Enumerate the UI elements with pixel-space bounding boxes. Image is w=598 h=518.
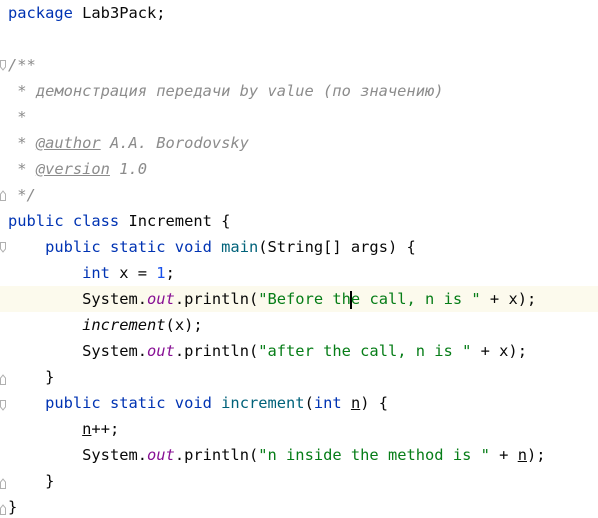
doc-version-value: 1.0 [109, 160, 148, 178]
string-literal: "n inside the method is " [258, 446, 490, 464]
doc-comment-star: * [8, 108, 27, 126]
code-line-class-declaration[interactable]: public class Increment { [0, 208, 598, 234]
closing-brace: } [8, 368, 55, 386]
close-paren-brace: ) { [360, 394, 389, 412]
println-call: .println( [174, 290, 259, 308]
parameter-n: n [350, 394, 361, 412]
keyword-public-static-void: public static void [45, 238, 212, 256]
method-call-increment: increment [82, 316, 166, 334]
code-line-doc-description[interactable]: * демонстрация передачи by value (по зна… [0, 78, 598, 104]
open-paren: ( [304, 394, 314, 412]
code-line-doc-close[interactable]: */ [0, 182, 598, 208]
code-line-increment-call[interactable]: increment(x); [0, 312, 598, 338]
code-line-close-class[interactable]: } [0, 494, 598, 518]
keyword-package: package [8, 4, 73, 22]
doc-author-value: A.A. Borodovsky [100, 134, 249, 152]
code-line-close-increment[interactable]: } [0, 468, 598, 494]
keyword-int: int [82, 264, 110, 282]
code-line-doc-version[interactable]: * @version 1.0 [0, 156, 598, 182]
closing-brace: } [8, 472, 55, 490]
code-line-doc-author[interactable]: * @author A.A. Borodovsky [0, 130, 598, 156]
println-call: .println( [174, 342, 259, 360]
variable-n: n [517, 446, 527, 464]
code-line-n-increment[interactable]: n++; [0, 416, 598, 442]
code-line-close-main[interactable]: } [0, 364, 598, 390]
doc-tag-author: @author [35, 134, 101, 152]
code-line-println-after[interactable]: System.out.println("after the call, n is… [0, 338, 598, 364]
static-field-out: out [147, 446, 175, 464]
concat-x: + x); [471, 342, 527, 360]
semicolon: ; [165, 264, 175, 282]
system-class: System. [82, 290, 148, 308]
close-call: ); [526, 446, 546, 464]
code-line-println-inside[interactable]: System.out.println("n inside the method … [0, 442, 598, 468]
class-name: Increment { [119, 212, 231, 230]
code-line-int-declaration[interactable]: int x = 1; [0, 260, 598, 286]
static-field-out: out [147, 290, 175, 308]
static-field-out: out [147, 342, 175, 360]
doc-prefix: * [8, 134, 36, 152]
concat-x: + x); [480, 290, 537, 308]
increment-operator: ++; [91, 420, 120, 438]
doc-prefix: * [8, 160, 36, 178]
system-class: System. [82, 342, 148, 360]
method-name-increment: increment [221, 394, 305, 412]
doc-tag-version: @version [35, 160, 110, 178]
doc-comment-close: */ [8, 186, 36, 204]
closing-brace: } [8, 498, 18, 516]
code-line-doc-blank[interactable]: * [0, 104, 598, 130]
doc-comment-open: /** [8, 56, 36, 74]
code-editor[interactable]: package Lab3Pack; /** * демонстрация пер… [0, 0, 598, 518]
keyword-public-static-void: public static void [45, 394, 212, 412]
main-params: (String[] args) { [258, 238, 416, 256]
concat-operator: + [489, 446, 518, 464]
code-line-doc-open[interactable]: /** [0, 52, 598, 78]
string-literal: "after the call, n is " [258, 342, 472, 360]
code-line-println-before[interactable]: System.out.println("Before the call, n i… [0, 286, 598, 312]
code-line-increment-declaration[interactable]: public static void increment(int n) { [0, 390, 598, 416]
string-literal-part2: e call, n is " [350, 290, 481, 308]
system-class: System. [82, 446, 148, 464]
doc-comment-description: * демонстрация передачи by value (по зна… [8, 82, 444, 100]
keyword-public-class: public class [8, 212, 120, 230]
number-literal: 1 [156, 264, 166, 282]
code-line-main-declaration[interactable]: public static void main(String[] args) { [0, 234, 598, 260]
keyword-int: int [313, 394, 342, 412]
string-literal-part1: "Before th [258, 290, 351, 308]
call-args: (x); [165, 316, 203, 334]
variable-x-assign: x = [109, 264, 157, 282]
package-name: Lab3Pack; [72, 4, 166, 22]
method-name-main: main [221, 238, 259, 256]
code-line-package[interactable]: package Lab3Pack; [0, 0, 598, 26]
println-call: .println( [174, 446, 259, 464]
